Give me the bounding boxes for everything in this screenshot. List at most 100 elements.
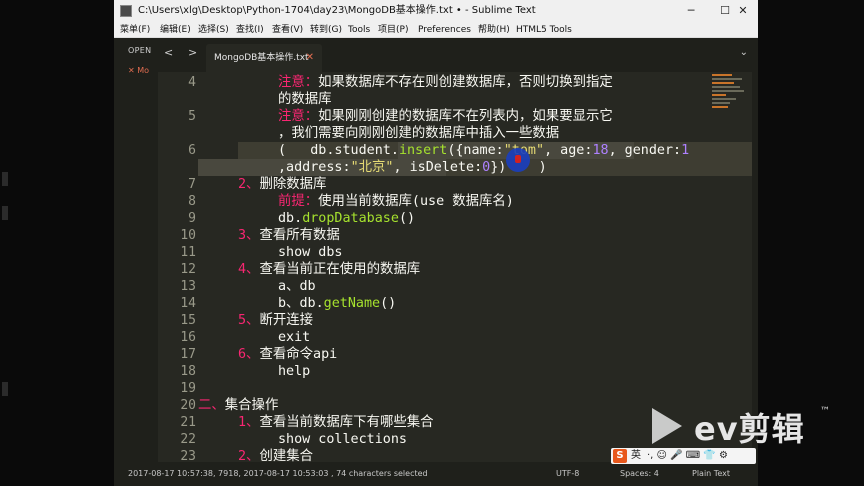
open-file-item[interactable]: ✕ Mo xyxy=(128,66,149,75)
minimap-line xyxy=(712,98,736,100)
code-token: 5、 xyxy=(238,313,260,328)
code-token: ({name: xyxy=(447,143,504,158)
code-token: 如果数据库不存在则创建数据库，否则切换到指定 xyxy=(318,75,613,90)
minimize-button[interactable]: ─ xyxy=(674,0,708,22)
minimap-line xyxy=(712,78,742,80)
code-token: dropDatabase xyxy=(302,211,399,226)
menu-item-file[interactable]: 菜单(F) xyxy=(120,22,150,38)
desktop-left-strip xyxy=(0,0,114,486)
minimap-line xyxy=(712,90,744,92)
menu-item-project[interactable]: 项目(P) xyxy=(378,22,408,38)
open-files-label: OPEN xyxy=(128,46,152,55)
code-token: 18 xyxy=(592,143,609,158)
code-token: ,address: xyxy=(278,160,351,175)
tab-mongodb-file[interactable]: MongoDB基本操作.txt ✕ xyxy=(206,44,322,72)
code-token: () xyxy=(380,296,397,311)
desktop-edge-mark xyxy=(2,382,8,396)
code-token: help xyxy=(278,364,311,379)
menu-item-tools[interactable]: Tools xyxy=(348,22,370,38)
line-number: 15 xyxy=(180,313,196,328)
code-token: getName xyxy=(323,296,381,311)
title-bar[interactable]: C:\Users\xlg\Desktop\Python-1704\day23\M… xyxy=(114,0,758,22)
close-button[interactable]: ✕ xyxy=(728,0,758,22)
code-token: 1 xyxy=(681,143,690,158)
sogou-logo-icon[interactable]: S xyxy=(613,449,627,463)
ime-tool-icons[interactable]: ·, ☺ 🎤 ⌨ 👕 ⚙ xyxy=(647,448,728,464)
menu-item-edit[interactable]: 编辑(E) xyxy=(160,22,191,38)
menu-item-preferences[interactable]: Preferences xyxy=(418,22,471,38)
status-syntax[interactable]: Plain Text xyxy=(692,462,730,486)
tab-back-button[interactable]: < xyxy=(164,46,173,59)
code-token: , age: xyxy=(544,143,593,158)
code-line: 注意：如果数据库不存在则创建数据库，否则切换到指定 xyxy=(278,74,613,91)
code-token: 使用当前数据库(use 数据库名) xyxy=(318,194,514,209)
tab-bar: < > MongoDB基本操作.txt ✕ ⌄ xyxy=(158,38,758,72)
minimap-line xyxy=(712,86,740,88)
code-token: 断开连接 xyxy=(259,313,314,328)
code-token: show dbs xyxy=(278,245,343,260)
code-token: 二、 xyxy=(198,398,225,413)
code-token: a、db xyxy=(278,279,316,294)
code-token: show collections xyxy=(278,432,407,447)
code-line: 1、查看当前数据库下有哪些集合 xyxy=(238,414,434,431)
minimap-line xyxy=(712,82,734,84)
line-number: 14 xyxy=(180,296,196,311)
code-line: 2、删除数据库 xyxy=(238,176,326,193)
menu-item-find[interactable]: 查找(I) xyxy=(236,22,264,38)
code-line: 二、集合操作 xyxy=(198,397,278,414)
line-number: 22 xyxy=(180,432,196,447)
code-token: , gender: xyxy=(608,143,682,158)
code-token: 查看当前数据库下有哪些集合 xyxy=(259,415,434,430)
menu-bar: 菜单(F) 编辑(E) 选择(S) 查找(I) 查看(V) 转到(G) Tool… xyxy=(114,22,758,38)
menu-item-help[interactable]: 帮助(H) xyxy=(478,22,510,38)
chevron-down-icon[interactable]: ⌄ xyxy=(740,47,748,58)
menu-item-goto[interactable]: 转到(G) xyxy=(310,22,342,38)
line-number: 20 xyxy=(180,398,196,413)
code-token: ( db.student. xyxy=(278,143,399,158)
desktop-edge-mark xyxy=(2,206,8,220)
code-token: 6、 xyxy=(238,347,260,362)
line-number: 9 xyxy=(188,211,196,226)
line-number: 16 xyxy=(180,330,196,345)
line-number: 12 xyxy=(180,262,196,277)
code-token: 的数据库 xyxy=(278,92,332,107)
minimap-line xyxy=(712,102,730,104)
code-line: a、db xyxy=(278,278,316,295)
code-token: 集合操作 xyxy=(224,398,279,413)
line-number: 21 xyxy=(180,415,196,430)
tab-close-icon[interactable]: ✕ xyxy=(306,44,314,72)
code-token: () xyxy=(398,211,416,226)
line-number: 4 xyxy=(188,75,196,90)
status-indentation[interactable]: Spaces: 4 xyxy=(620,462,659,486)
menu-item-view[interactable]: 查看(V) xyxy=(272,22,303,38)
status-selection-info: 2017-08-17 10:57:38, 7918, 2017-08-17 10… xyxy=(128,469,428,478)
code-line: 3、查看所有数据 xyxy=(238,227,340,244)
code-line: exit xyxy=(278,329,310,346)
status-encoding[interactable]: UTF-8 xyxy=(556,462,579,486)
code-token: , isDelete: xyxy=(393,160,483,175)
code-token: b、db. xyxy=(278,296,324,311)
line-number-gutter: 4 5 6 7 8 9 10 11 12 13 14 15 16 17 18 19 20 21 22 23 xyxy=(158,72,196,464)
code-line: b、db.getName() xyxy=(278,295,396,312)
code-line: show collections xyxy=(278,431,407,448)
code-line: show dbs xyxy=(278,244,343,261)
line-number: 11 xyxy=(180,245,196,260)
code-line: 4、查看当前正在使用的数据库 xyxy=(238,261,420,278)
ime-language-toggle[interactable]: 英 xyxy=(631,448,641,464)
ime-toolbar[interactable]: S 英 ·, ☺ 🎤 ⌨ 👕 ⚙ xyxy=(611,448,756,464)
code-line: help xyxy=(278,363,310,380)
menu-item-selection[interactable]: 选择(S) xyxy=(198,22,229,38)
menu-item-html5-tools[interactable]: HTML5 Tools xyxy=(516,22,572,38)
code-line: 注意：如果刚刚创建的数据库不在列表内，如果要显示它 xyxy=(278,108,613,125)
code-token: 注意： xyxy=(278,109,319,124)
mouse-cursor-highlight xyxy=(506,148,530,172)
code-editor[interactable]: 注意：如果数据库不存在则创建数据库，否则切换到指定 的数据库 注意：如果刚刚创建的数… xyxy=(198,72,758,464)
sublime-app-icon[interactable] xyxy=(120,5,132,17)
code-token: ，我们需要向刚刚创建的数据库中插入一些数据 xyxy=(278,126,560,141)
play-logo-icon xyxy=(652,408,682,444)
code-line: 5、断开连接 xyxy=(238,312,313,329)
code-token: db. xyxy=(278,211,303,226)
tab-forward-button[interactable]: > xyxy=(188,46,197,59)
code-line: db.dropDatabase() xyxy=(278,210,415,227)
line-number: 19 xyxy=(180,381,196,396)
